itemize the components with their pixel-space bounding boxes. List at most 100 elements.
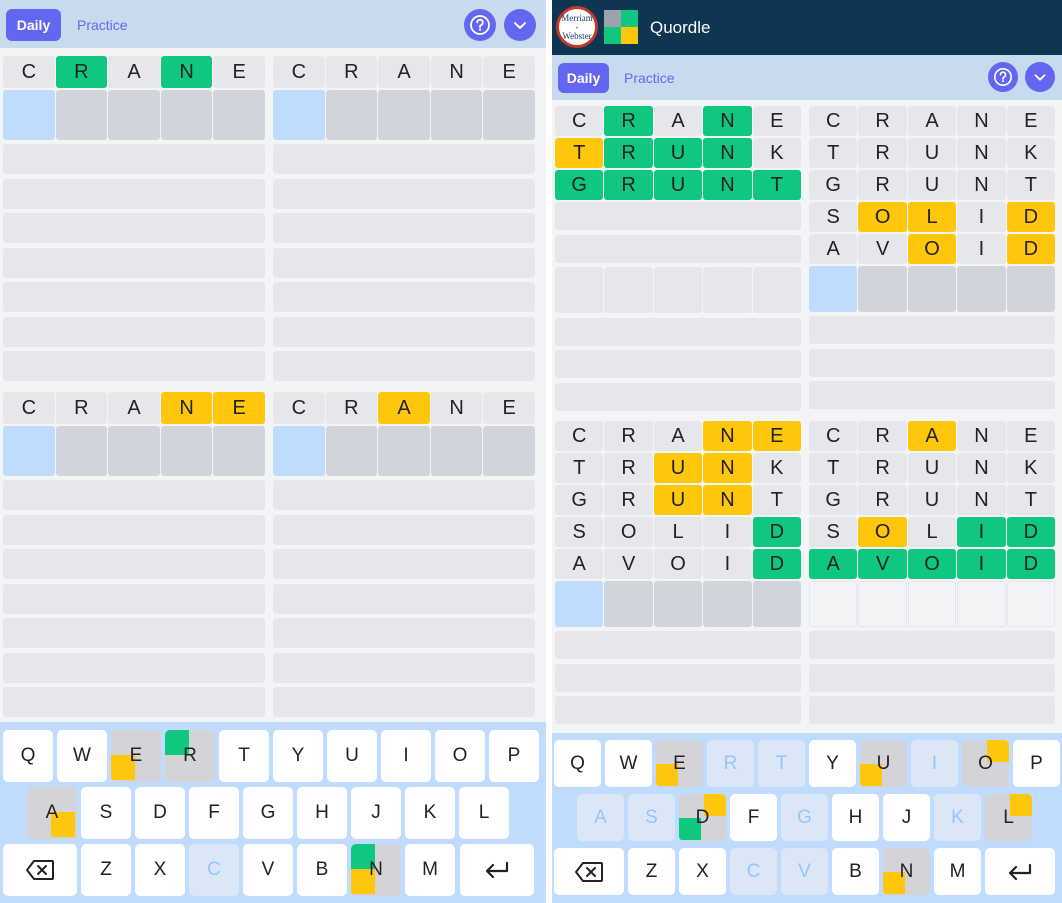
enter-arrow-icon[interactable] — [460, 844, 534, 896]
key-h[interactable]: H — [832, 794, 879, 841]
letter-tile: U — [653, 485, 703, 515]
key-b[interactable]: B — [297, 844, 347, 896]
key-a[interactable]: A — [577, 794, 624, 841]
key-x[interactable]: X — [135, 844, 185, 896]
letter-tile: A — [378, 392, 430, 424]
help-icon[interactable] — [464, 9, 496, 41]
letter-tile: I — [957, 202, 1006, 232]
letter-tile: E — [752, 106, 802, 136]
key-u[interactable]: U — [860, 740, 907, 787]
guess-row: CRANE — [555, 106, 802, 136]
key-j[interactable]: J — [351, 787, 401, 839]
key-k[interactable]: K — [405, 787, 455, 839]
key-n[interactable]: N — [351, 844, 401, 896]
letter-tile: T — [752, 485, 802, 515]
key-u[interactable]: U — [327, 730, 377, 782]
key-label: A — [45, 802, 59, 823]
key-z[interactable]: Z — [628, 848, 675, 895]
key-e[interactable]: E — [656, 740, 703, 787]
key-f[interactable]: F — [189, 787, 239, 839]
empty-row — [273, 652, 535, 683]
input-tile — [160, 426, 213, 476]
input-tile — [3, 90, 55, 140]
letter-tile: D — [1006, 549, 1056, 579]
guess-row: GRUNT — [555, 170, 802, 200]
letter-tile: N — [160, 392, 213, 424]
key-d[interactable]: D — [679, 794, 726, 841]
practice-button[interactable]: Practice — [77, 9, 128, 41]
key-r[interactable]: R — [165, 730, 215, 782]
key-c[interactable]: C — [189, 844, 239, 896]
key-label: G — [797, 806, 812, 828]
key-x[interactable]: X — [679, 848, 726, 895]
letter-tile: R — [604, 453, 653, 483]
enter-arrow-icon[interactable] — [985, 848, 1055, 895]
key-f[interactable]: F — [730, 794, 777, 841]
key-v[interactable]: V — [781, 848, 828, 895]
daily-button[interactable]: Daily — [558, 63, 609, 93]
key-l[interactable]: L — [985, 794, 1032, 841]
key-i[interactable]: I — [381, 730, 431, 782]
chevron-down-icon[interactable] — [504, 9, 536, 41]
right-keyboard: Q W E R T Y U I O P A S D F G H J K L Z X C V B N M — [552, 733, 1062, 903]
key-g[interactable]: G — [243, 787, 293, 839]
key-d[interactable]: D — [135, 787, 185, 839]
backspace-icon[interactable] — [554, 848, 624, 895]
letter-tile: V — [858, 234, 907, 264]
key-j[interactable]: J — [883, 794, 930, 841]
letter-tile: O — [858, 202, 907, 232]
input-tile — [213, 90, 265, 140]
letter-tile: A — [653, 421, 703, 451]
help-icon[interactable] — [988, 62, 1018, 92]
key-o[interactable]: O — [962, 740, 1009, 787]
key-p[interactable]: P — [489, 730, 539, 782]
key-q[interactable]: Q — [3, 730, 53, 782]
key-i[interactable]: I — [911, 740, 958, 787]
key-a[interactable]: A — [27, 787, 77, 839]
key-y[interactable]: Y — [809, 740, 856, 787]
empty-row — [3, 514, 265, 545]
chevron-down-icon[interactable] — [1025, 62, 1055, 92]
key-g[interactable]: G — [781, 794, 828, 841]
practice-button[interactable]: Practice — [624, 63, 675, 93]
key-m[interactable]: M — [405, 844, 455, 896]
key-b[interactable]: B — [832, 848, 879, 895]
key-z[interactable]: Z — [81, 844, 131, 896]
key-t[interactable]: T — [219, 730, 269, 782]
daily-button[interactable]: Daily — [6, 9, 61, 41]
key-k[interactable]: K — [934, 794, 981, 841]
key-n[interactable]: N — [883, 848, 930, 895]
key-s[interactable]: S — [628, 794, 675, 841]
empty-row — [809, 696, 1055, 724]
backspace-icon[interactable] — [3, 844, 77, 896]
input-tile — [858, 266, 907, 312]
letter-tile: T — [752, 170, 802, 200]
key-m[interactable]: M — [934, 848, 981, 895]
key-label: N — [899, 860, 914, 882]
key-l[interactable]: L — [459, 787, 509, 839]
empty-row — [273, 687, 535, 717]
key-y[interactable]: Y — [273, 730, 323, 782]
board-2: CRANETRUNKGRUNTSOLIDAVOID — [809, 106, 1056, 414]
empty-row — [3, 178, 265, 209]
guess-row: GRUNT — [555, 485, 802, 515]
key-p[interactable]: P — [1013, 740, 1060, 787]
key-label: X — [696, 860, 709, 882]
key-w[interactable]: W — [57, 730, 107, 782]
key-h[interactable]: H — [297, 787, 347, 839]
key-t[interactable]: T — [758, 740, 805, 787]
letter-tile: N — [160, 56, 213, 88]
key-v[interactable]: V — [243, 844, 293, 896]
empty-row — [3, 144, 265, 174]
key-o[interactable]: O — [435, 730, 485, 782]
key-s[interactable]: S — [81, 787, 131, 839]
key-e[interactable]: E — [111, 730, 161, 782]
key-w[interactable]: W — [605, 740, 652, 787]
key-r[interactable]: R — [707, 740, 754, 787]
key-label: I — [931, 752, 938, 774]
input-tile — [809, 266, 858, 312]
letter-tile: T — [809, 453, 858, 483]
letter-tile: R — [858, 421, 907, 451]
key-c[interactable]: C — [730, 848, 777, 895]
key-q[interactable]: Q — [554, 740, 601, 787]
